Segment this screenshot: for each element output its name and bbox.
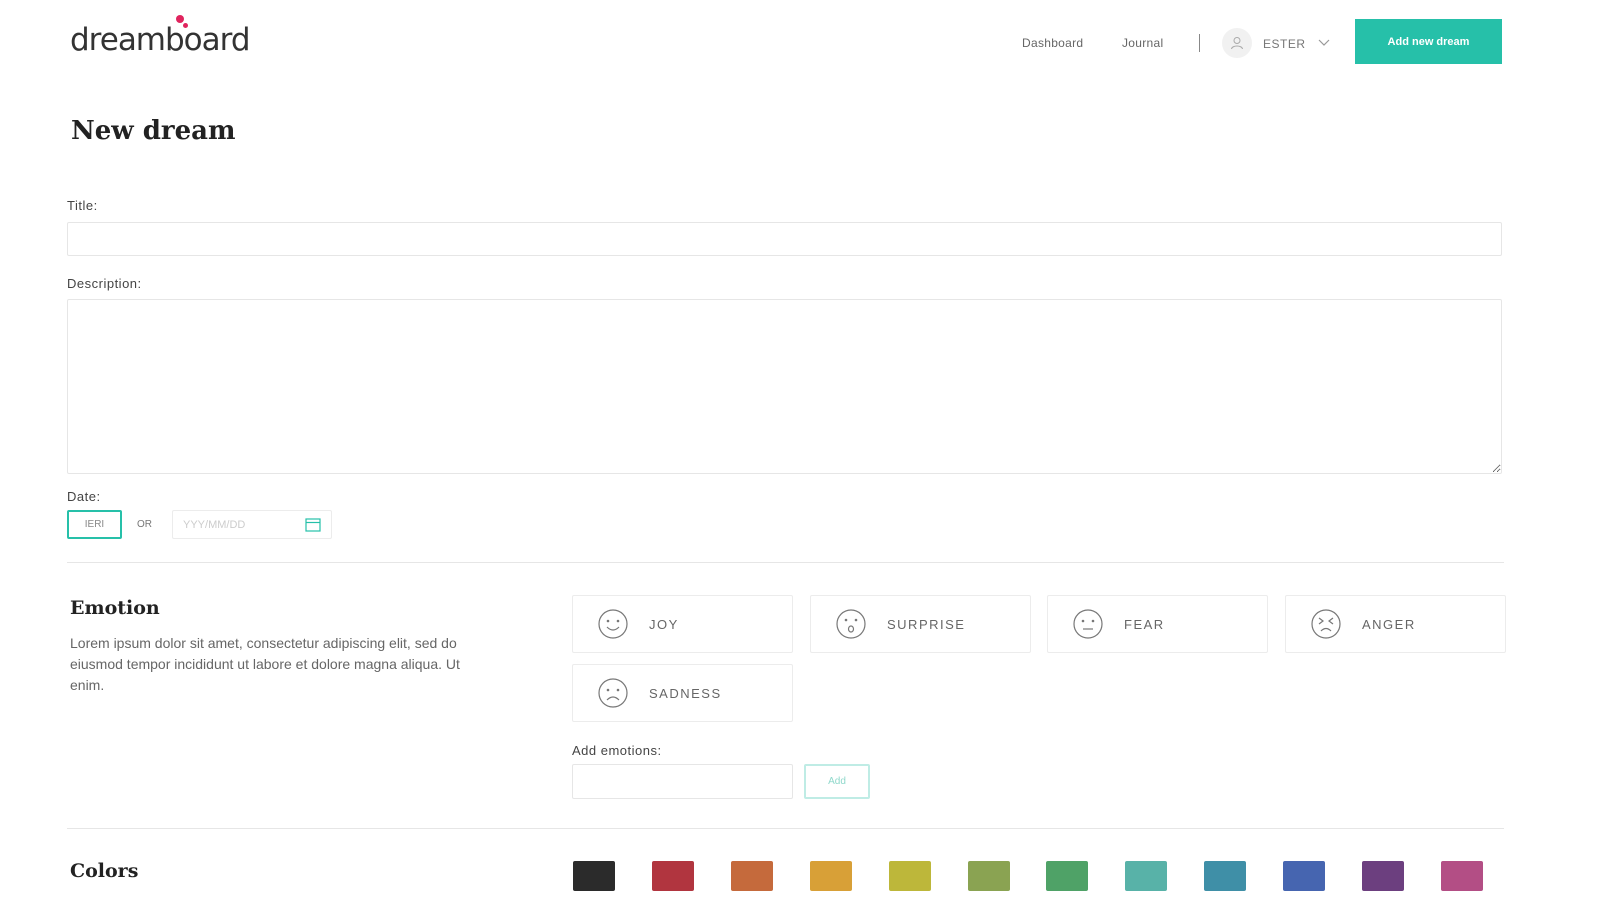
logo-dot [176,15,184,23]
nav-journal[interactable]: Journal [1122,36,1163,50]
sad-face-icon [598,678,628,708]
emotion-label: SURPRISE [887,616,966,632]
avatar[interactable] [1222,28,1252,58]
logo-dot-small [183,23,188,28]
nav-separator [1199,34,1200,52]
worried-face-icon [1073,609,1103,639]
dreamboard-logo[interactable]: dreamboard [70,15,251,62]
description-label: Description: [67,276,142,291]
color-swatch[interactable] [1283,861,1326,891]
angry-face-icon [1311,609,1341,639]
add-emotions-label: Add emotions: [572,743,662,758]
emotion-option-joy[interactable]: JOY [572,595,793,653]
color-swatch[interactable] [1362,861,1404,891]
color-swatch[interactable] [888,861,931,891]
emotion-option-surprise[interactable]: SURPRISE [810,595,1031,653]
add-emotion-button[interactable]: Add [804,764,870,799]
nav-dashboard[interactable]: Dashboard [1022,36,1083,50]
color-swatch[interactable] [1125,861,1168,891]
color-swatch[interactable] [651,861,694,891]
emotion-option-fear[interactable]: FEAR [1047,595,1268,653]
chevron-down-icon[interactable] [1318,37,1330,47]
emotion-heading: Emotion [70,597,160,619]
emotion-option-sadness[interactable]: SADNESS [572,664,793,722]
smile-icon [598,609,628,639]
emotion-label: FEAR [1124,616,1165,632]
title-input[interactable] [67,222,1502,256]
color-swatch[interactable] [1046,861,1089,891]
color-swatch[interactable] [573,861,615,891]
add-emotion-input[interactable] [572,764,793,799]
emotion-label: JOY [649,616,679,632]
calendar-icon[interactable] [305,517,321,532]
color-swatch[interactable] [809,861,852,891]
logo-text: dreamboard [70,22,251,58]
emotion-label: ANGER [1362,616,1416,632]
section-divider [67,828,1504,829]
color-swatch[interactable] [1204,861,1247,891]
emotion-description: Lorem ipsum dolor sit amet, consectetur … [70,635,460,693]
colors-heading: Colors [70,860,139,882]
surprised-face-icon [836,609,866,639]
color-swatch[interactable] [1440,861,1483,891]
color-swatch[interactable] [967,861,1010,891]
description-input[interactable] [67,299,1502,474]
emotion-label: SADNESS [649,685,722,701]
date-toggle-button[interactable]: IERI [67,510,122,539]
section-divider [67,562,1504,563]
user-name[interactable]: ESTER [1263,37,1306,51]
user-icon [1231,37,1243,50]
date-label: Date: [67,489,101,504]
add-new-dream-button[interactable]: Add new dream [1355,19,1502,64]
or-text: OR [137,519,152,530]
emotion-option-anger[interactable]: ANGER [1285,595,1506,653]
color-swatch[interactable] [730,861,773,891]
title-label: Title: [67,198,98,213]
page-title: New dream [71,116,236,146]
